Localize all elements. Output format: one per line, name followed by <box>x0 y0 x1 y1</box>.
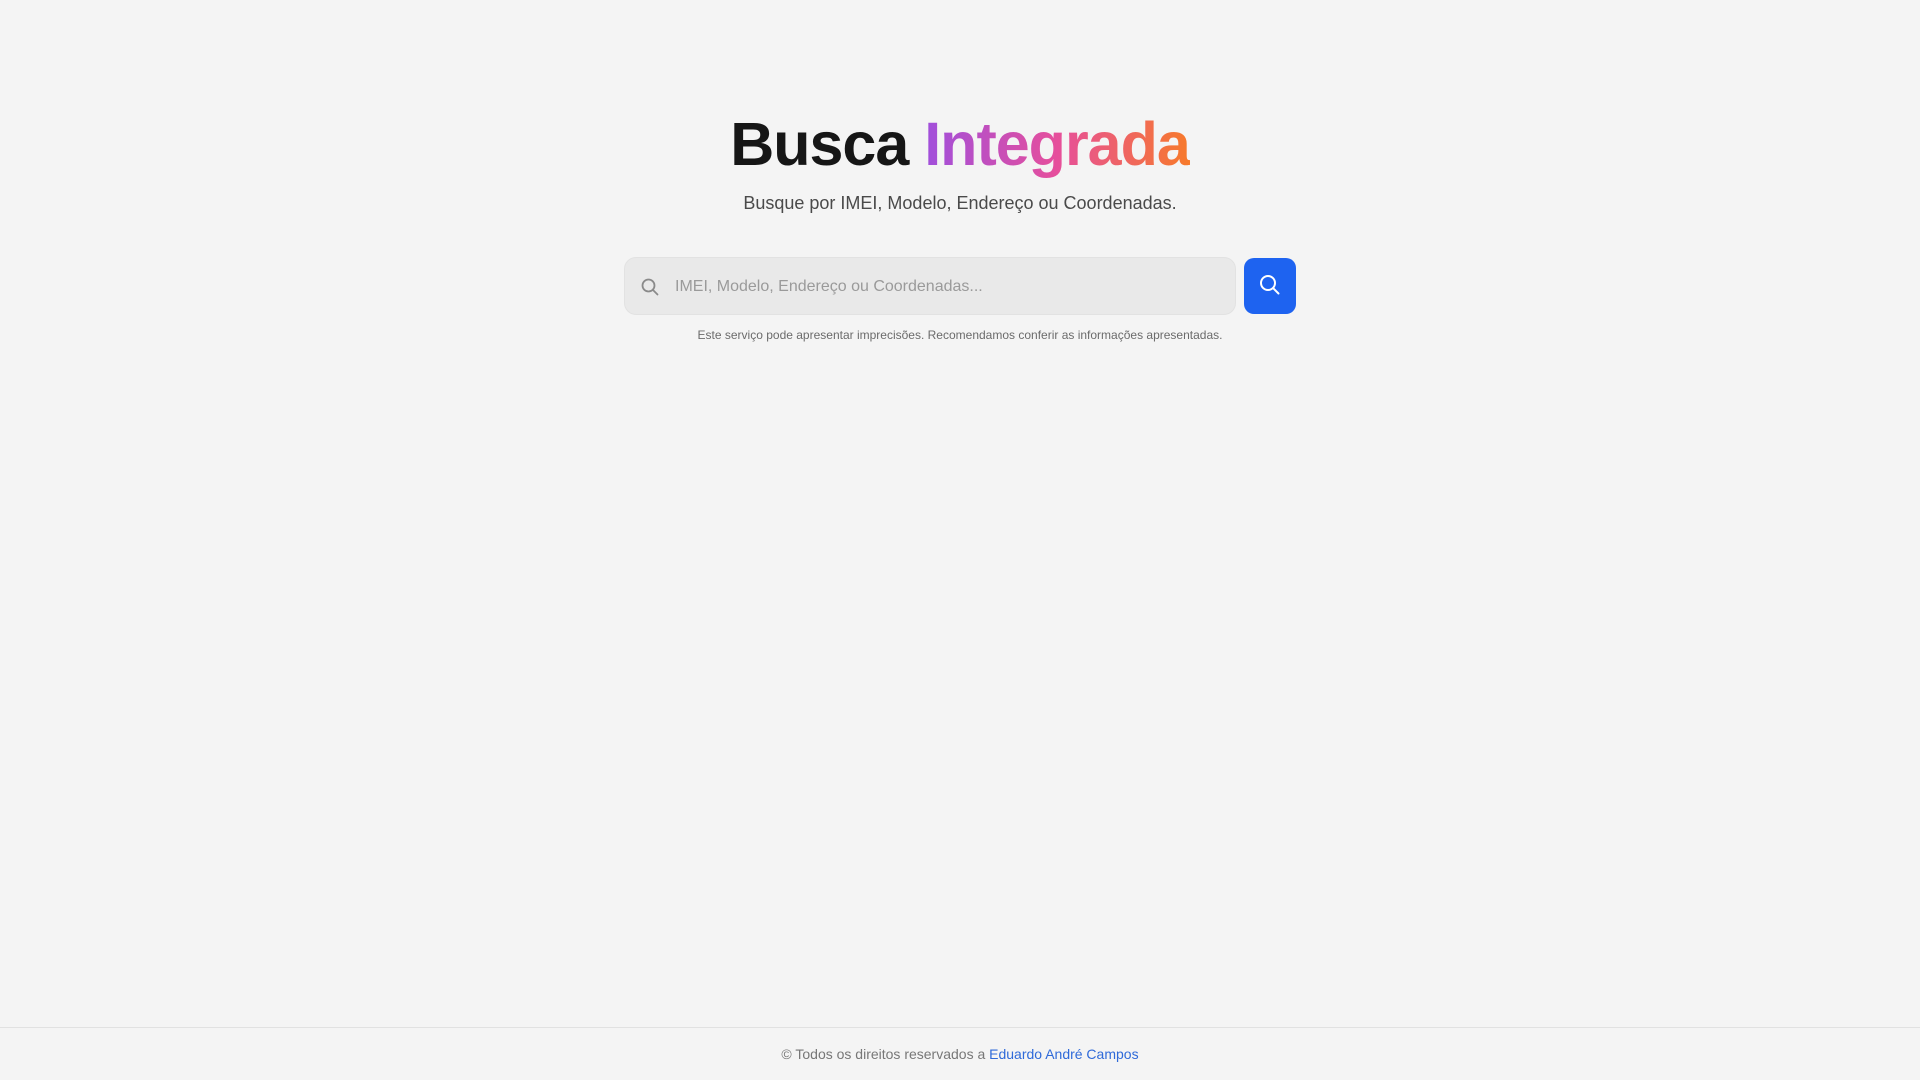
search-icon <box>1258 273 1282 300</box>
page-title: Busca Integrada <box>0 108 1920 180</box>
page: Busca Integrada Busque por IMEI, Modelo,… <box>0 0 1920 1080</box>
disclaimer-text: Este serviço pode apresentar imprecisões… <box>697 328 1223 342</box>
search-form <box>624 257 1296 316</box>
search-field[interactable] <box>624 257 1236 316</box>
hero-section: Busca Integrada Busque por IMEI, Modelo,… <box>0 108 1920 214</box>
search-button[interactable] <box>1244 258 1296 314</box>
page-subtitle: Busque por IMEI, Modelo, Endereço ou Coo… <box>743 193 1177 213</box>
footer: © Todos os direitos reservados a Eduardo… <box>0 1027 1920 1080</box>
search-icon <box>640 277 660 297</box>
author-link[interactable]: Eduardo André Campos <box>989 1046 1138 1062</box>
title-accent: Integrada <box>924 110 1191 178</box>
title-main: Busca <box>730 110 909 178</box>
search-input[interactable] <box>673 258 1227 316</box>
footer-copyright: © Todos os direitos reservados a <box>781 1046 986 1062</box>
